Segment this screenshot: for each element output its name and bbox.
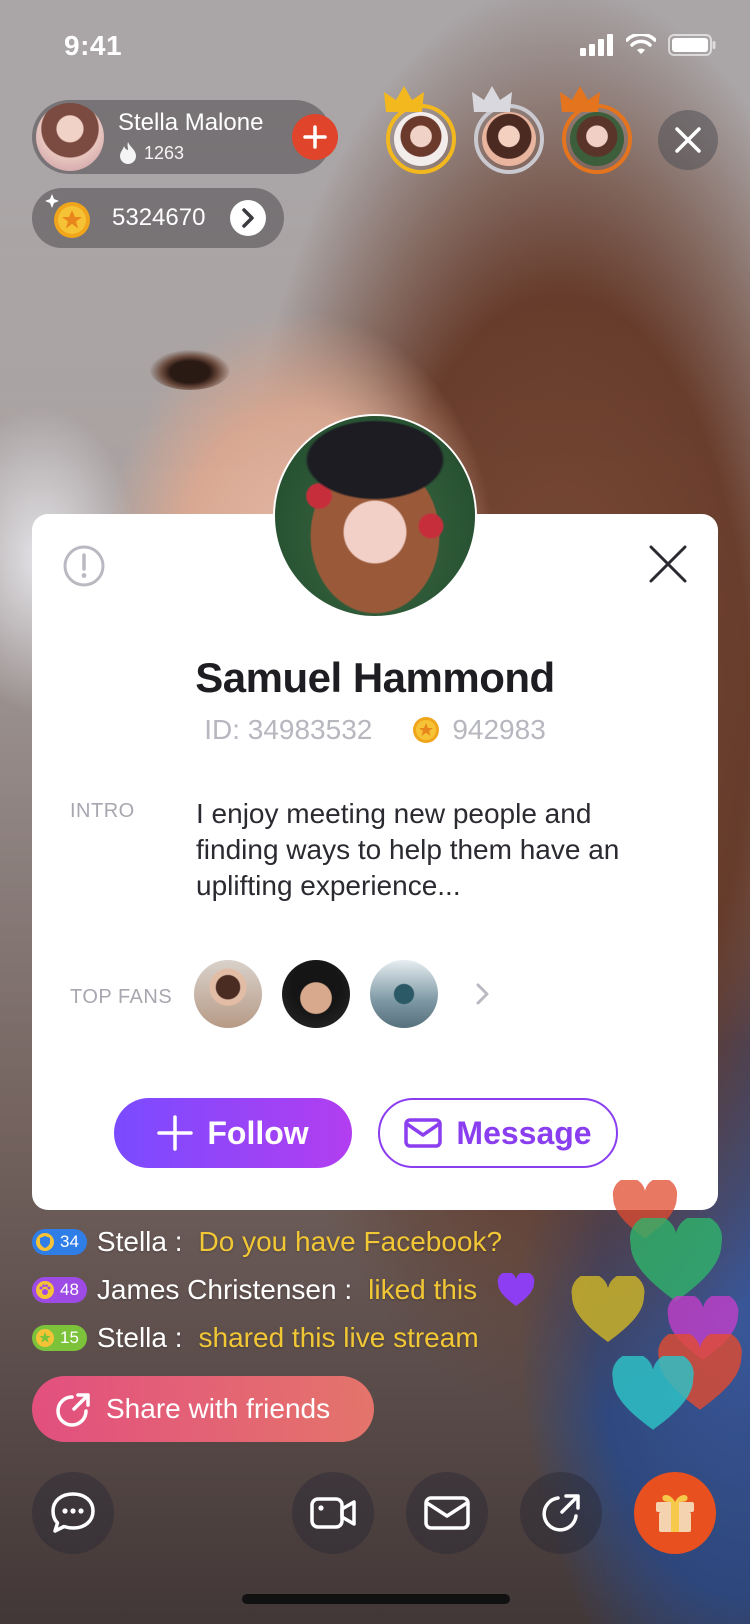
level-badge: 48 <box>32 1277 87 1303</box>
message-button[interactable]: Message <box>378 1098 618 1168</box>
host-name: Stella Malone <box>118 109 264 136</box>
wifi-icon <box>626 34 656 54</box>
floating-hearts <box>571 1180 750 1470</box>
coin-balance-pill[interactable]: 5324670 <box>32 188 284 248</box>
intro-text: I enjoy meeting new people and finding w… <box>196 798 620 901</box>
coin-details-button[interactable] <box>230 200 266 236</box>
chat-button[interactable] <box>32 1472 114 1554</box>
follow-button[interactable]: Follow <box>114 1098 352 1168</box>
host-likes-count: 1263 <box>144 142 185 163</box>
share-icon <box>542 1494 580 1532</box>
host-pill[interactable]: Stella Malone 1263 <box>32 100 338 174</box>
chat-feed: 34 Stella : Do you have Facebook? 48 Jam… <box>32 1218 535 1362</box>
share-label: Share with friends <box>106 1393 331 1424</box>
follow-label: Follow <box>207 1114 309 1151</box>
top-viewer-2[interactable] <box>472 86 544 174</box>
fan-avatar[interactable] <box>370 960 438 1028</box>
profile-name: Samuel Hammond <box>195 654 555 701</box>
message-label: Message <box>456 1114 592 1151</box>
chat-user-name[interactable]: James Christensen : <box>97 1274 352 1306</box>
fan-avatar[interactable] <box>194 960 262 1028</box>
plus-icon <box>157 1115 194 1151</box>
crown-icon <box>560 86 600 112</box>
flame-icon <box>120 142 136 164</box>
chat-text: Do you have Facebook? <box>198 1226 503 1257</box>
chat-user-name[interactable]: Stella : <box>97 1226 183 1258</box>
mail-icon <box>424 1496 470 1530</box>
shield-icon <box>40 1236 50 1248</box>
mail-button[interactable] <box>406 1472 488 1554</box>
heart-icon <box>497 1273 535 1306</box>
chat-text: shared this live stream <box>198 1322 479 1353</box>
coin-balance: 5324670 <box>112 204 206 231</box>
share-with-friends-button[interactable]: Share with friends <box>32 1376 374 1442</box>
signal-icon <box>580 34 613 56</box>
star-icon <box>39 1332 51 1343</box>
close-icon[interactable] <box>648 544 688 584</box>
chat-user-name[interactable]: Stella : <box>97 1322 183 1354</box>
status-icons <box>580 34 716 56</box>
heart-icon <box>612 1356 694 1430</box>
video-camera-icon <box>310 1497 356 1529</box>
host-avatar[interactable] <box>36 103 104 171</box>
level-badge: 15 <box>32 1325 87 1351</box>
heart-icon <box>571 1276 645 1342</box>
chat-message: 34 Stella : Do you have Facebook? <box>32 1218 535 1266</box>
chat-bubble-icon <box>51 1492 95 1533</box>
intro-label: INTRO <box>70 800 135 822</box>
chat-text: liked this <box>368 1274 478 1305</box>
mail-icon <box>404 1118 443 1148</box>
top-viewer-3[interactable] <box>560 86 632 174</box>
follow-host-button[interactable] <box>292 114 338 160</box>
close-stream-button[interactable] <box>658 110 718 170</box>
fan-avatar[interactable] <box>282 960 350 1028</box>
close-icon <box>675 127 701 153</box>
top-fans-list <box>194 960 492 1028</box>
gift-button[interactable] <box>634 1472 716 1554</box>
chat-message: 48 James Christensen : liked this <box>32 1266 535 1314</box>
plus-icon <box>303 125 327 149</box>
chat-message: 15 Stella : shared this live stream <box>32 1314 535 1362</box>
profile-coins: 942983 <box>452 714 546 745</box>
home-indicator <box>242 1594 510 1604</box>
exclamation-circle-icon[interactable] <box>62 544 106 588</box>
star-coin-icon <box>45 194 90 238</box>
profile-meta: ID: 34983532 942983 <box>32 714 718 746</box>
top-fans-label: TOP FANS <box>70 986 173 1008</box>
chevron-right-icon[interactable] <box>474 981 492 1007</box>
status-time: 9:41 <box>64 30 123 61</box>
video-button[interactable] <box>292 1472 374 1554</box>
level-badge: 34 <box>32 1229 87 1255</box>
chevron-right-icon <box>242 208 254 228</box>
gift-icon <box>656 1495 694 1532</box>
battery-icon <box>668 34 716 56</box>
profile-card: Samuel Hammond ID: 34983532 942983 INTRO… <box>32 514 718 1210</box>
paw-icon <box>39 1284 51 1295</box>
share-icon <box>56 1393 90 1427</box>
top-viewer-1[interactable] <box>384 86 456 174</box>
crown-icon <box>472 86 512 112</box>
profile-photo[interactable] <box>275 416 475 616</box>
share-button[interactable] <box>520 1472 602 1554</box>
crown-icon <box>384 86 424 112</box>
profile-id: ID: 34983532 <box>204 714 373 745</box>
star-coin-icon <box>413 717 440 743</box>
